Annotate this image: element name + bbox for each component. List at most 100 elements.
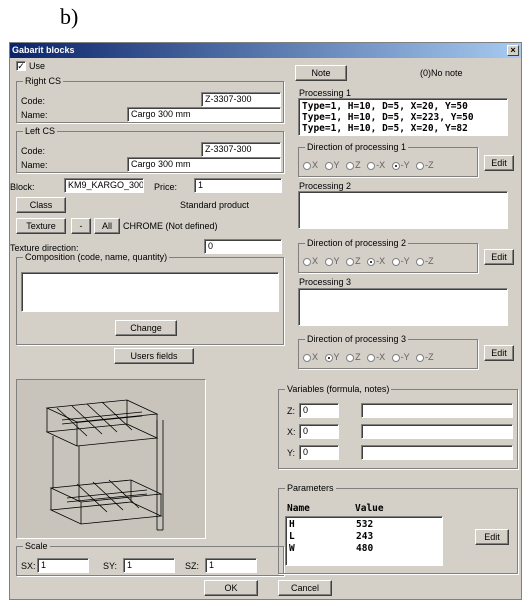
gabarit-blocks-dialog: Gabarit blocks × ✓ Use Right CS Code: Z-… [9, 42, 522, 600]
texture-all-button[interactable]: All [94, 218, 120, 234]
direction2-legend: Direction of processing 2 [305, 238, 409, 249]
left-cs-code-label: Code: [21, 146, 46, 156]
sx-label: SX: [21, 561, 36, 571]
var-z-note[interactable] [361, 403, 513, 418]
right-cs-code-label: Code: [21, 96, 46, 106]
use-label: Use [29, 61, 46, 71]
direction2-edit-button[interactable]: Edit [484, 249, 514, 265]
radio-selected-icon [391, 161, 400, 170]
parameters-edit-button[interactable]: Edit [475, 529, 509, 545]
sy-field[interactable]: 1 [123, 558, 175, 573]
var-x-formula[interactable]: 0 [299, 424, 339, 439]
radio-icon [416, 257, 425, 266]
radio-selected-icon [324, 353, 333, 362]
direction2-option[interactable]: -X [367, 256, 385, 266]
var-z-formula[interactable]: 0 [299, 403, 339, 418]
processing2-list[interactable] [298, 191, 508, 229]
left-cs-name-label: Name: [21, 160, 48, 170]
radio-icon [391, 257, 400, 266]
title-bar: Gabarit blocks × [10, 43, 521, 58]
close-button[interactable]: × [507, 45, 519, 56]
note-button[interactable]: Note [295, 65, 347, 81]
direction2-option[interactable]: Y [324, 256, 340, 266]
right-cs-code-field[interactable]: Z-3307-300 [201, 92, 281, 107]
direction2-option[interactable]: Z [346, 256, 361, 266]
price-field[interactable]: 1 [194, 178, 282, 193]
direction1-group: Direction of processing 1 X Y Z -X -Y -Z [298, 142, 478, 177]
right-cs-name-label: Name: [21, 110, 48, 120]
note-value: (0)No note [420, 68, 463, 78]
direction3-option[interactable]: X [303, 352, 318, 362]
radio-icon [416, 353, 425, 362]
figure-caption: b) [60, 4, 79, 29]
direction3-option[interactable]: -Z [416, 352, 434, 362]
radio-icon [324, 257, 333, 266]
direction2-option[interactable]: -Z [416, 256, 434, 266]
texture-button[interactable]: Texture [16, 218, 66, 234]
var-y-note[interactable] [361, 445, 513, 460]
texture-minus-button[interactable]: - [71, 218, 91, 234]
sz-field[interactable]: 1 [205, 558, 257, 573]
param-value-header: Value [355, 503, 384, 514]
cancel-button[interactable]: Cancel [278, 580, 332, 596]
parameters-legend: Parameters [285, 483, 336, 494]
direction1-option[interactable]: Y [324, 160, 340, 170]
processing3-list[interactable] [298, 288, 508, 326]
block-field[interactable]: KM9_KARGO_300 [64, 178, 144, 193]
right-cs-name-field[interactable]: Cargo 300 mm [127, 107, 281, 122]
var-x-note[interactable] [361, 424, 513, 439]
direction3-option[interactable]: Z [346, 352, 361, 362]
direction1-option[interactable]: Z [346, 160, 361, 170]
var-x-label: X: [287, 427, 296, 437]
window-title: Gabarit blocks [12, 45, 75, 55]
direction1-option[interactable]: -Z [416, 160, 434, 170]
processing1-line: Type=1, H=10, D=5, X=20, Y=82 [302, 123, 468, 134]
param-value: 480 [356, 543, 374, 554]
right-cs-group: Right CS Code: Z-3307-300 Name: Cargo 30… [16, 76, 284, 123]
radio-icon [367, 161, 376, 170]
direction3-radios: X Y Z -X -Y -Z [303, 352, 438, 362]
direction1-edit-button[interactable]: Edit [484, 155, 514, 171]
radio-icon [416, 161, 425, 170]
direction3-option[interactable]: -X [367, 352, 385, 362]
parameters-group: Parameters Name Value H 532 L 243 W 480 … [278, 483, 518, 574]
direction1-option[interactable]: -Y [391, 160, 410, 170]
direction3-option[interactable]: -Y [391, 352, 410, 362]
param-name: W [289, 543, 295, 554]
right-cs-legend: Right CS [23, 76, 64, 87]
class-button[interactable]: Class [16, 197, 66, 213]
radio-icon [324, 161, 333, 170]
change-button[interactable]: Change [115, 320, 177, 336]
scale-legend: Scale [23, 541, 50, 552]
composition-group: Composition (code, name, quantity) Chang… [16, 252, 284, 345]
processing1-list[interactable]: Type=1, H=10, D=5, X=20, Y=50 Type=1, H=… [298, 98, 508, 136]
composition-list[interactable] [21, 272, 279, 312]
direction2-option[interactable]: -Y [391, 256, 410, 266]
var-z-label: Z: [287, 406, 295, 416]
preview-image [16, 379, 206, 539]
direction3-edit-button[interactable]: Edit [484, 345, 514, 361]
var-y-formula[interactable]: 0 [299, 445, 339, 460]
left-cs-name-field[interactable]: Cargo 300 mm [127, 157, 281, 172]
sx-field[interactable]: 1 [37, 558, 89, 573]
param-value: 243 [356, 531, 374, 542]
radio-icon [391, 353, 400, 362]
direction1-option[interactable]: X [303, 160, 318, 170]
users-fields-button[interactable]: Users fields [114, 348, 194, 364]
direction2-option[interactable]: X [303, 256, 318, 266]
ok-button[interactable]: OK [204, 580, 258, 596]
left-cs-code-field[interactable]: Z-3307-300 [201, 142, 281, 157]
left-cs-legend: Left CS [23, 126, 58, 137]
direction1-option[interactable]: -X [367, 160, 385, 170]
radio-icon [303, 257, 311, 266]
use-checkbox[interactable]: ✓ [16, 61, 26, 71]
direction3-option[interactable]: Y [324, 352, 340, 362]
sz-label: SZ: [185, 561, 200, 571]
radio-icon [346, 161, 355, 170]
parameters-list[interactable]: H 532 L 243 W 480 [285, 516, 443, 566]
radio-icon [303, 353, 311, 362]
param-name: L [289, 531, 295, 542]
param-value: 532 [356, 519, 374, 530]
texture-direction-field[interactable]: 0 [204, 239, 282, 254]
processing3-label: Processing 3 [299, 277, 352, 287]
